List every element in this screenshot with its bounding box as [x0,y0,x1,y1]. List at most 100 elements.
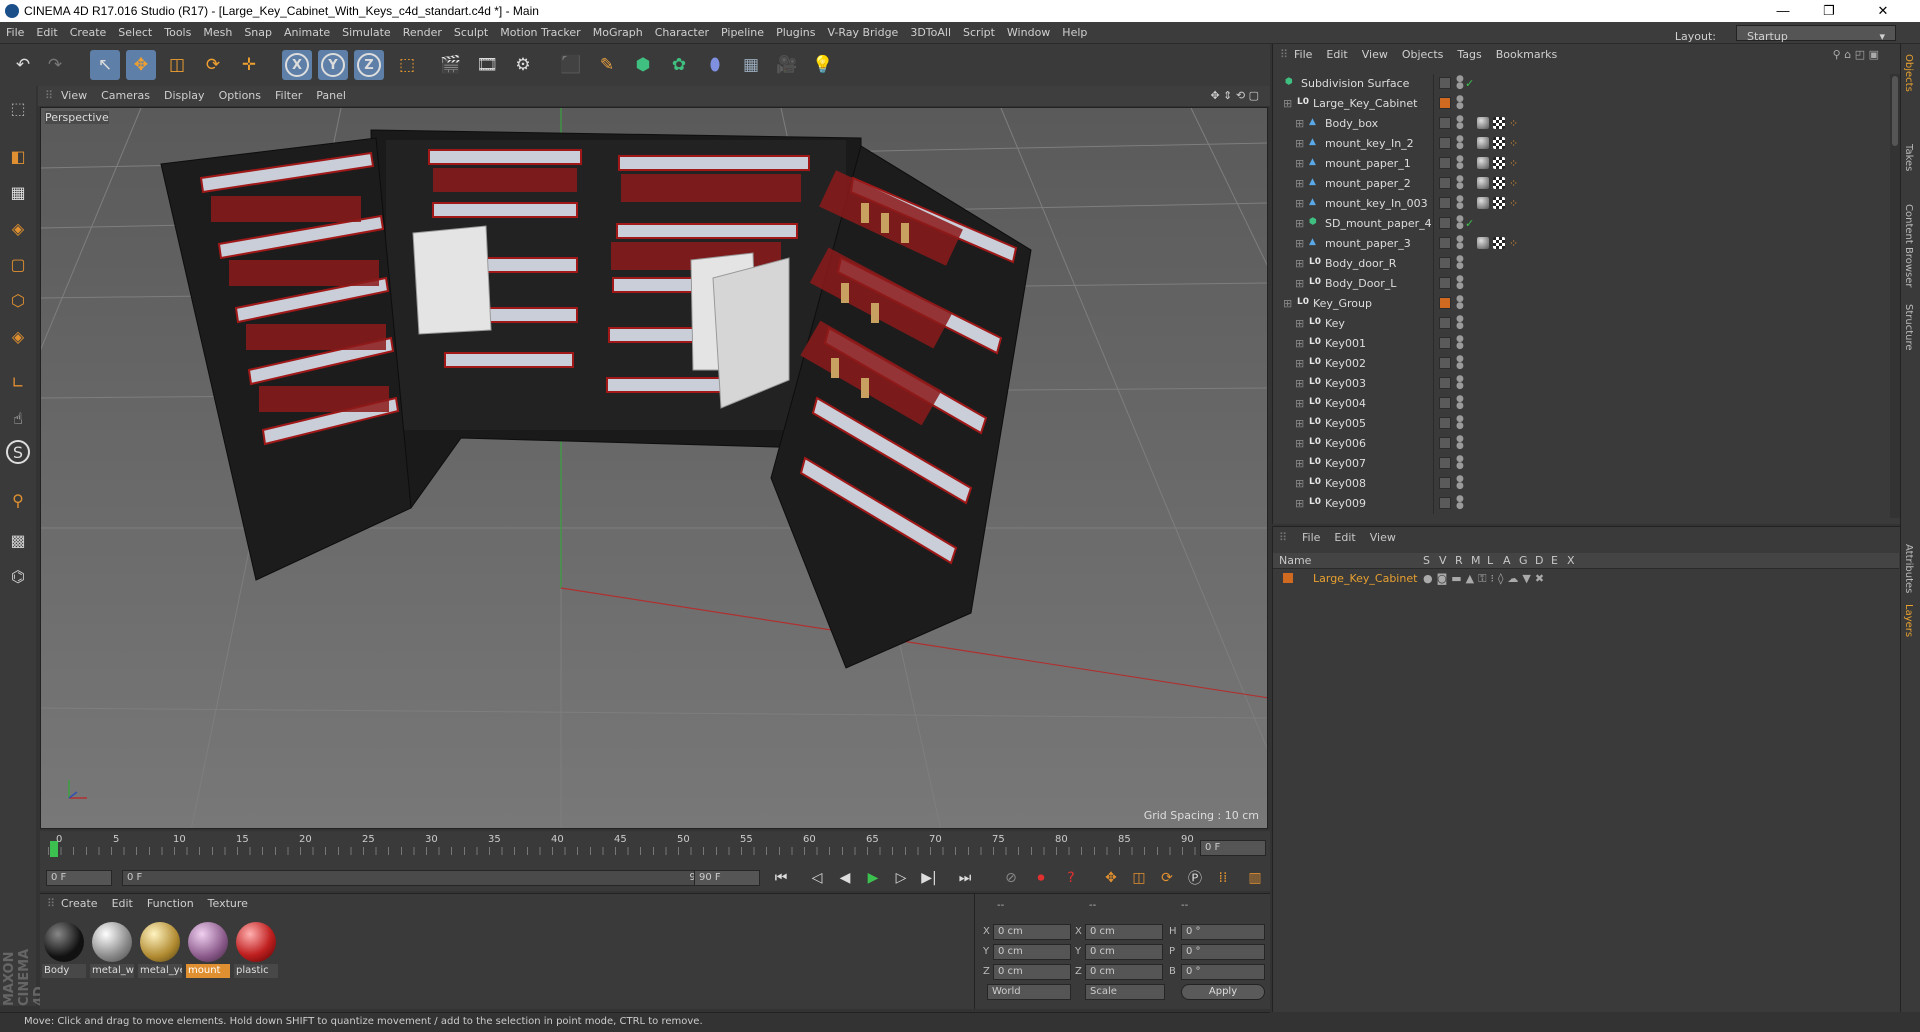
material-metal-ye[interactable]: metal_ye [138,920,182,978]
axis-mode-icon[interactable]: ∟ [4,368,32,396]
object-name[interactable]: Key005 [1325,417,1366,430]
texture-tag-icon[interactable] [1493,157,1505,169]
timeline-window-icon[interactable]: ▥ [1244,868,1266,888]
expand-icon[interactable]: ⊞ [1295,437,1304,450]
x-size-field[interactable]: 0 cm [1085,924,1163,940]
visibility-dots[interactable]: ● ● [1456,235,1464,251]
record-icon[interactable]: ⏺ [1030,868,1052,888]
redo-icon[interactable]: ↷ [40,50,70,80]
material-tag-icon[interactable] [1477,137,1489,149]
material-tag-icon[interactable] [1477,157,1489,169]
uvw-tag-icon[interactable]: ⁘ [1509,197,1518,210]
subdivision-icon[interactable]: ⬢ [628,50,658,80]
viewport-menu-filter[interactable]: Filter [268,86,309,106]
start-frame-field[interactable]: 0 F [46,870,112,886]
visibility-dots[interactable]: ● ● [1456,155,1464,171]
object-row[interactable]: ⊞ ▲ Body_box ● ● ⁘ [1273,114,1891,134]
menu-3dtoall[interactable]: 3DToAll [904,22,957,44]
layer-column-s[interactable]: S [1423,554,1439,567]
object-name[interactable]: Subdivision Surface [1301,77,1409,90]
objects-menu-tags[interactable]: Tags [1450,44,1488,66]
perspective-viewport[interactable]: Perspective Grid Spacing : 10 cm [40,107,1268,829]
x-position-field[interactable]: 0 cm [993,924,1071,940]
menu-sculpt[interactable]: Sculpt [448,22,494,44]
coordinate-system-icon[interactable]: ⬚ [392,50,422,80]
layer-column-v[interactable]: V [1439,554,1455,567]
key-pla-icon[interactable]: ⁞⁞ [1212,868,1234,888]
material-menu-create[interactable]: Create [54,894,105,914]
object-row[interactable]: ⊞ ▲ mount_key_In_003 ● ● ⁘ [1273,194,1891,214]
object-row[interactable]: ⊞ ▲ mount_paper_2 ● ● ⁘ [1273,174,1891,194]
current-frame-field[interactable]: 0 F [1200,840,1266,856]
key-param-icon[interactable]: Ⓟ [1184,868,1206,888]
camera-icon[interactable]: 🎥 [772,50,802,80]
visibility-dots[interactable]: ● ● [1456,215,1464,231]
layers-menu-edit[interactable]: Edit [1327,527,1362,549]
menu-window[interactable]: Window [1001,22,1056,44]
goto-start-button[interactable]: ⏮ [770,868,792,888]
viewport-nav-icons[interactable]: ✥ ⇕ ⟲ ▢ [1203,86,1266,106]
layer-color-box[interactable] [1439,497,1451,509]
viewport-menu-view[interactable]: View [54,86,94,106]
render-settings-icon[interactable]: ⚙ [508,50,538,80]
layer-color-box[interactable] [1439,217,1451,229]
menu-animate[interactable]: Animate [278,22,336,44]
layer-color-box[interactable] [1439,357,1451,369]
expand-icon[interactable]: ⊞ [1295,257,1304,270]
layer-color-box[interactable] [1439,237,1451,249]
layer-color-box[interactable] [1439,377,1451,389]
uvw-tag-icon[interactable]: ⁘ [1509,237,1518,250]
expand-icon[interactable]: ⊞ [1295,417,1304,430]
object-row[interactable]: ⊞ L0 Key009 ● ● [1273,494,1891,514]
layer-color-box[interactable] [1439,417,1451,429]
menu-plugins[interactable]: Plugins [770,22,821,44]
texture-tag-icon[interactable] [1493,197,1505,209]
render-picture-icon[interactable]: 🎞 [472,50,502,80]
array-icon[interactable]: ✿ [664,50,694,80]
object-name[interactable]: Body_door_R [1325,257,1396,270]
menu-help[interactable]: Help [1056,22,1093,44]
p-rotation-field[interactable]: 0 ° [1181,944,1265,960]
layer-color-box[interactable] [1439,397,1451,409]
expand-icon[interactable]: ⊞ [1295,377,1304,390]
tweak-mode-icon[interactable]: ☝ [4,404,32,432]
visibility-dots[interactable]: ● ● [1456,495,1464,511]
material-tag-icon[interactable] [1477,117,1489,129]
light-icon[interactable]: 💡 [808,50,838,80]
visibility-dots[interactable]: ● ● [1456,95,1464,111]
expand-icon[interactable]: ⊞ [1295,457,1304,470]
next-frame-button[interactable]: ▷ [890,868,912,888]
z-position-field[interactable]: 0 cm [993,964,1071,980]
points-mode-icon[interactable]: ▢ [4,250,32,278]
menu-tools[interactable]: Tools [158,22,197,44]
b-rotation-field[interactable]: 0 ° [1181,964,1265,980]
objects-menu-edit[interactable]: Edit [1319,44,1354,66]
world-dropdown[interactable]: World [987,984,1071,1000]
x-axis-button[interactable]: X [282,50,312,80]
layer-color-box[interactable] [1439,97,1451,109]
floor-icon[interactable]: ▦ [736,50,766,80]
object-name[interactable]: Key004 [1325,397,1366,410]
menu-pipeline[interactable]: Pipeline [715,22,770,44]
menu-simulate[interactable]: Simulate [336,22,397,44]
object-list-scrollbar[interactable] [1890,74,1900,518]
move-tool-icon[interactable]: ✥ [126,50,156,80]
layer-color-box[interactable] [1439,277,1451,289]
object-name[interactable]: Key009 [1325,497,1366,510]
object-row[interactable]: ⊞ L0 Key004 ● ● [1273,394,1891,414]
side-tab-structure[interactable]: Structure [1903,304,1914,351]
cube-icon[interactable]: ⬛ [556,50,586,80]
object-row[interactable]: ⬢ Subdivision Surface ● ● ✓ [1273,74,1891,94]
viewport-menu-display[interactable]: Display [157,86,212,106]
timeline-ruler[interactable]: 0 5 10 15 20 25 30 35 40 45 50 55 60 65 … [40,831,1270,865]
object-row[interactable]: ⊞ L0 Key002 ● ● [1273,354,1891,374]
objects-menu-bookmarks[interactable]: Bookmarks [1489,44,1564,66]
menu-mograph[interactable]: MoGraph [587,22,649,44]
expand-icon[interactable]: ⊞ [1295,177,1304,190]
prev-key-button[interactable]: ◁ [806,868,828,888]
object-row[interactable]: ⊞ ▲ mount_key_In_2 ● ● ⁘ [1273,134,1891,154]
object-name[interactable]: mount_paper_2 [1325,177,1411,190]
object-row[interactable]: ⊞ L0 Large_Key_Cabinet ● ● [1273,94,1891,114]
expand-icon[interactable]: ⊞ [1295,117,1304,130]
y-position-field[interactable]: 0 cm [993,944,1071,960]
